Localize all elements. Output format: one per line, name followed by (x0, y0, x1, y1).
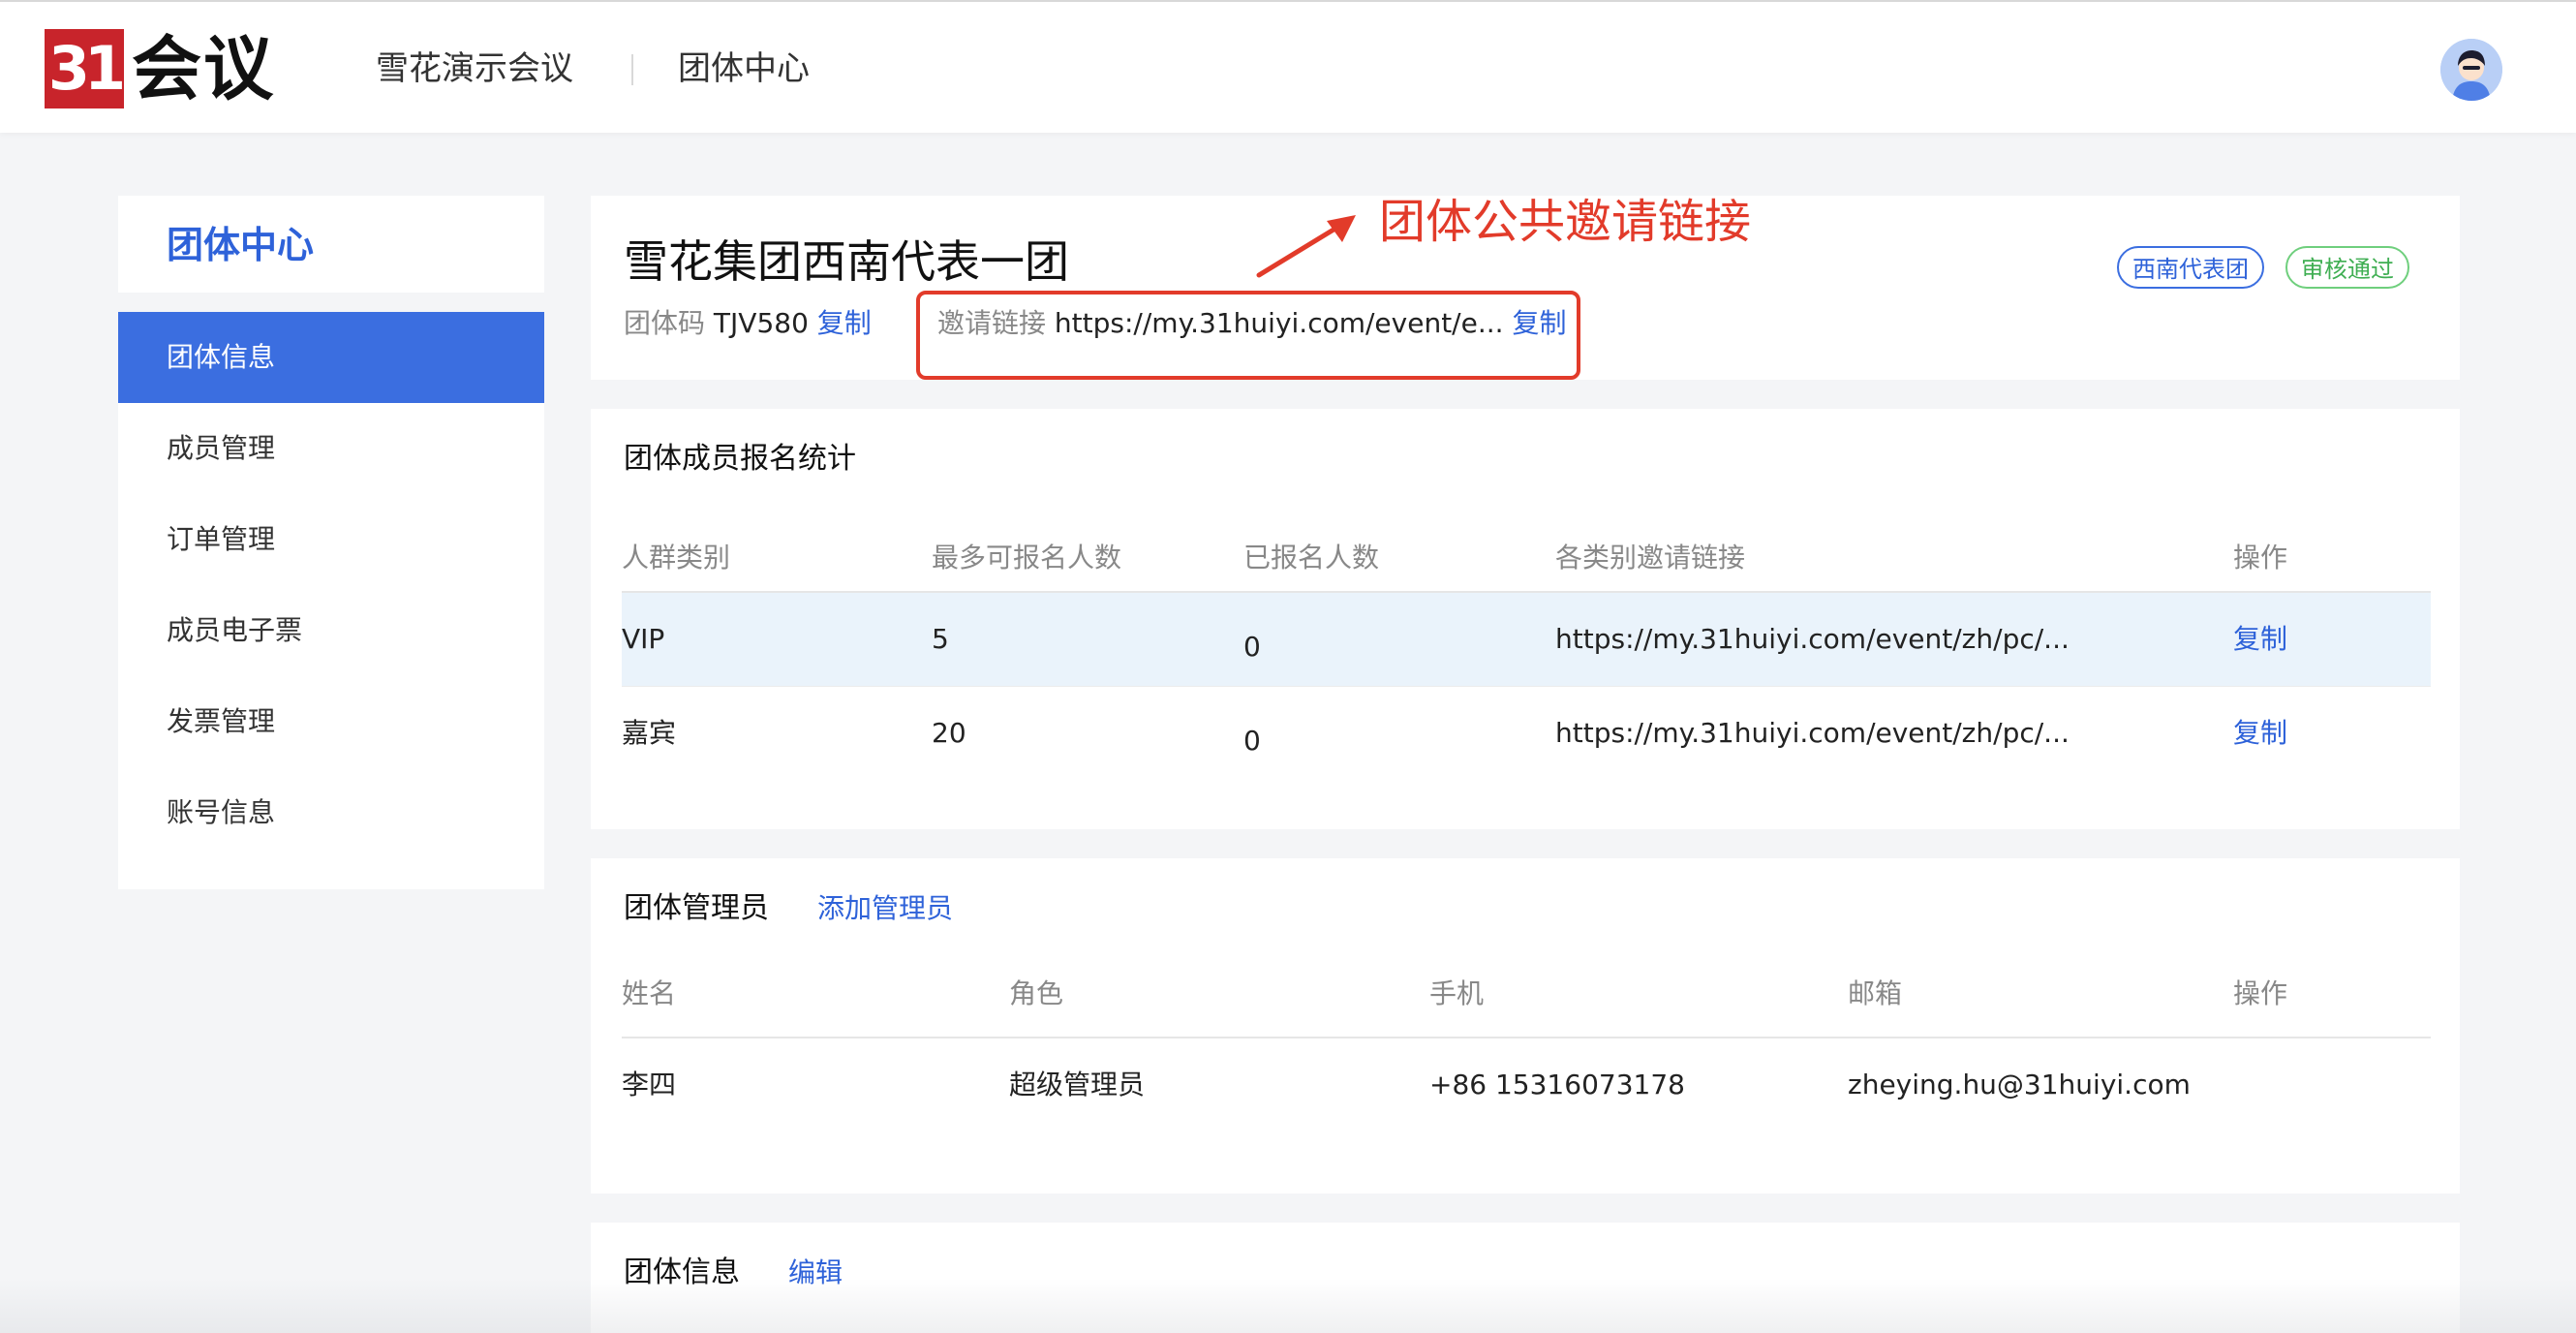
annotation-highlight-box (916, 291, 1580, 380)
sidebar-title: 团体中心 (167, 224, 315, 266)
annotation-arrow-icon (1256, 215, 1356, 278)
registration-stats-card: 团体成员报名统计 人群类别 最多可报名人数 已报名人数 各类别邀请链接 操作 V… (591, 409, 2460, 829)
sidebar-header: 团体中心 (118, 196, 544, 312)
copy-link-button[interactable]: 复制 (2233, 620, 2287, 659)
column-header: 手机 (1429, 977, 1485, 1009)
group-code-line: 团体码 TJV580 复制 (624, 304, 872, 343)
group-code-value: TJV580 (713, 307, 809, 339)
group-code-label: 团体码 (624, 307, 706, 339)
admin-email-cell: zheying.hu@31huiyi.com (1848, 1069, 2191, 1100)
max-cell: 5 (932, 623, 949, 655)
logo-number: 31 (45, 29, 126, 108)
edit-info-button[interactable]: 编辑 (788, 1252, 843, 1294)
sidebar-item-group-info[interactable]: 团体信息 (118, 312, 544, 403)
admins-table-header: 姓名 角色 手机 邮箱 操作 (622, 965, 2431, 1038)
column-header: 邮箱 (1848, 977, 1903, 1009)
column-header: 姓名 (622, 977, 677, 1009)
sidebar-item-orders[interactable]: 订单管理 (118, 494, 544, 585)
copy-code-button[interactable]: 复制 (817, 307, 872, 339)
sidebar-item-account[interactable]: 账号信息 (118, 767, 544, 858)
column-header: 人群类别 (622, 542, 731, 574)
group-type-badge: 西南代表团 (2117, 246, 2264, 289)
info-title: 团体信息 (624, 1256, 740, 1289)
column-header: 各类别邀请链接 (1555, 542, 1746, 574)
admin-phone-cell: +86 15316073178 (1429, 1069, 1685, 1100)
sidebar-item-e-tickets[interactable]: 成员电子票 (118, 585, 544, 676)
registered-cell: 0 (1243, 725, 1261, 757)
column-header: 已报名人数 (1243, 542, 1380, 574)
logo-text: 会议 (132, 28, 276, 109)
copy-link-button[interactable]: 复制 (2233, 714, 2287, 753)
admins-table: 姓名 角色 手机 邮箱 操作 李四 超级管理员 +86 15316073178 … (622, 965, 2431, 1132)
admins-title: 团体管理员 (624, 891, 769, 925)
group-info-card: 团体信息 编辑 (591, 1223, 2460, 1333)
stats-table-header: 人群类别 最多可报名人数 已报名人数 各类别邀请链接 操作 (622, 515, 2431, 593)
approval-status-badge: 审核通过 (2285, 246, 2409, 289)
app-logo[interactable]: 31 会议 (45, 29, 316, 108)
sidebar: 团体中心 团体信息 成员管理 订单管理 成员电子票 发票管理 账号信息 (118, 196, 544, 889)
avatar-icon (2440, 39, 2502, 101)
registered-cell: 0 (1243, 631, 1261, 663)
table-row: VIP 5 0 https://my.31huiyi.com/event/zh/… (622, 593, 2431, 687)
admin-name-cell: 李四 (622, 1069, 677, 1100)
sidebar-item-members[interactable]: 成员管理 (118, 403, 544, 494)
user-avatar[interactable] (2440, 39, 2502, 101)
column-header: 最多可报名人数 (932, 542, 1122, 574)
invite-link-cell: https://my.31huiyi.com/event/zh/pc/... (1555, 717, 2070, 749)
add-admin-button[interactable]: 添加管理员 (817, 887, 953, 930)
group-admins-card: 团体管理员 添加管理员 姓名 角色 手机 邮箱 操作 李四 超级管理员 +86 … (591, 858, 2460, 1194)
max-cell: 20 (932, 717, 966, 749)
stats-table: 人群类别 最多可报名人数 已报名人数 各类别邀请链接 操作 VIP 5 0 ht… (622, 515, 2431, 780)
annotation-label: 团体公共邀请链接 (1379, 195, 1752, 249)
center-name[interactable]: 团体中心 (678, 46, 810, 91)
group-name: 雪花集团西南代表一团 (624, 235, 1069, 288)
sidebar-item-invoices[interactable]: 发票管理 (118, 676, 544, 767)
stats-title: 团体成员报名统计 (624, 442, 856, 476)
column-header: 操作 (2233, 977, 2288, 1009)
sidebar-menu: 团体信息 成员管理 订单管理 成员电子票 发票管理 账号信息 (118, 312, 544, 858)
category-cell: 嘉宾 (622, 717, 677, 749)
category-cell: VIP (622, 623, 665, 655)
column-header: 操作 (2233, 542, 2288, 574)
event-name[interactable]: 雪花演示会议 (376, 46, 573, 91)
invite-link-cell: https://my.31huiyi.com/event/zh/pc/... (1555, 623, 2070, 655)
column-header: 角色 (1009, 977, 1064, 1009)
table-row: 嘉宾 20 0 https://my.31huiyi.com/event/zh/… (622, 687, 2431, 780)
admin-role-cell: 超级管理员 (1009, 1069, 1146, 1100)
table-row: 李四 超级管理员 +86 15316073178 zheying.hu@31hu… (622, 1038, 2431, 1132)
nav-divider (631, 54, 633, 85)
top-bar: 31 会议 雪花演示会议 团体中心 (0, 0, 2576, 133)
